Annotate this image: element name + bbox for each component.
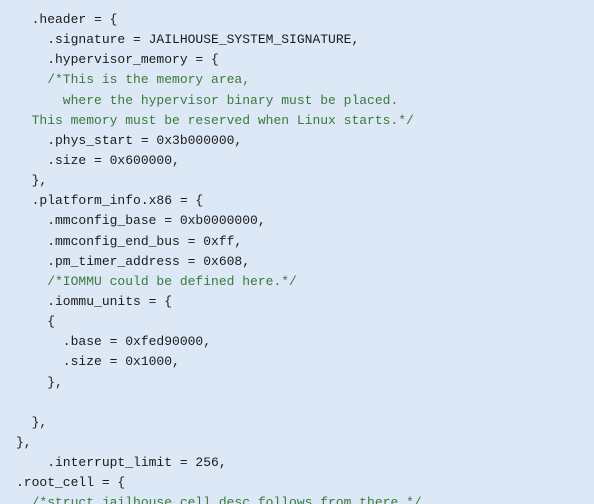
code-line: .pm_timer_address = 0x608, xyxy=(16,252,578,272)
code-line: .phys_start = 0x3b000000, xyxy=(16,131,578,151)
code-line: }, xyxy=(16,433,578,453)
code-line: .size = 0x1000, xyxy=(16,352,578,372)
code-line: .root_cell = { xyxy=(16,473,578,493)
code-line: .mmconfig_base = 0xb0000000, xyxy=(16,211,578,231)
code-block: .header = { .signature = JAILHOUSE_SYSTE… xyxy=(16,10,578,504)
code-line: .iommu_units = { xyxy=(16,292,578,312)
code-line: }, xyxy=(16,171,578,191)
code-line: /*struct jailhouse_cell_desc follows fro… xyxy=(16,493,578,504)
code-container: .header = { .signature = JAILHOUSE_SYSTE… xyxy=(0,0,594,504)
code-line: { xyxy=(16,312,578,332)
code-line: .header = { xyxy=(16,10,578,30)
code-line: }, xyxy=(16,413,578,433)
code-line: .size = 0x600000, xyxy=(16,151,578,171)
code-line: .base = 0xfed90000, xyxy=(16,332,578,352)
code-line: /*IOMMU could be defined here.*/ xyxy=(16,272,578,292)
code-line: where the hypervisor binary must be plac… xyxy=(16,91,578,111)
code-line: .mmconfig_end_bus = 0xff, xyxy=(16,232,578,252)
code-line xyxy=(16,393,578,413)
code-line: /*This is the memory area, xyxy=(16,70,578,90)
code-line: .hypervisor_memory = { xyxy=(16,50,578,70)
code-line: .platform_info.x86 = { xyxy=(16,191,578,211)
code-line: This memory must be reserved when Linux … xyxy=(16,111,578,131)
code-line: .interrupt_limit = 256, xyxy=(16,453,578,473)
code-line: .signature = JAILHOUSE_SYSTEM_SIGNATURE, xyxy=(16,30,578,50)
code-line: }, xyxy=(16,373,578,393)
